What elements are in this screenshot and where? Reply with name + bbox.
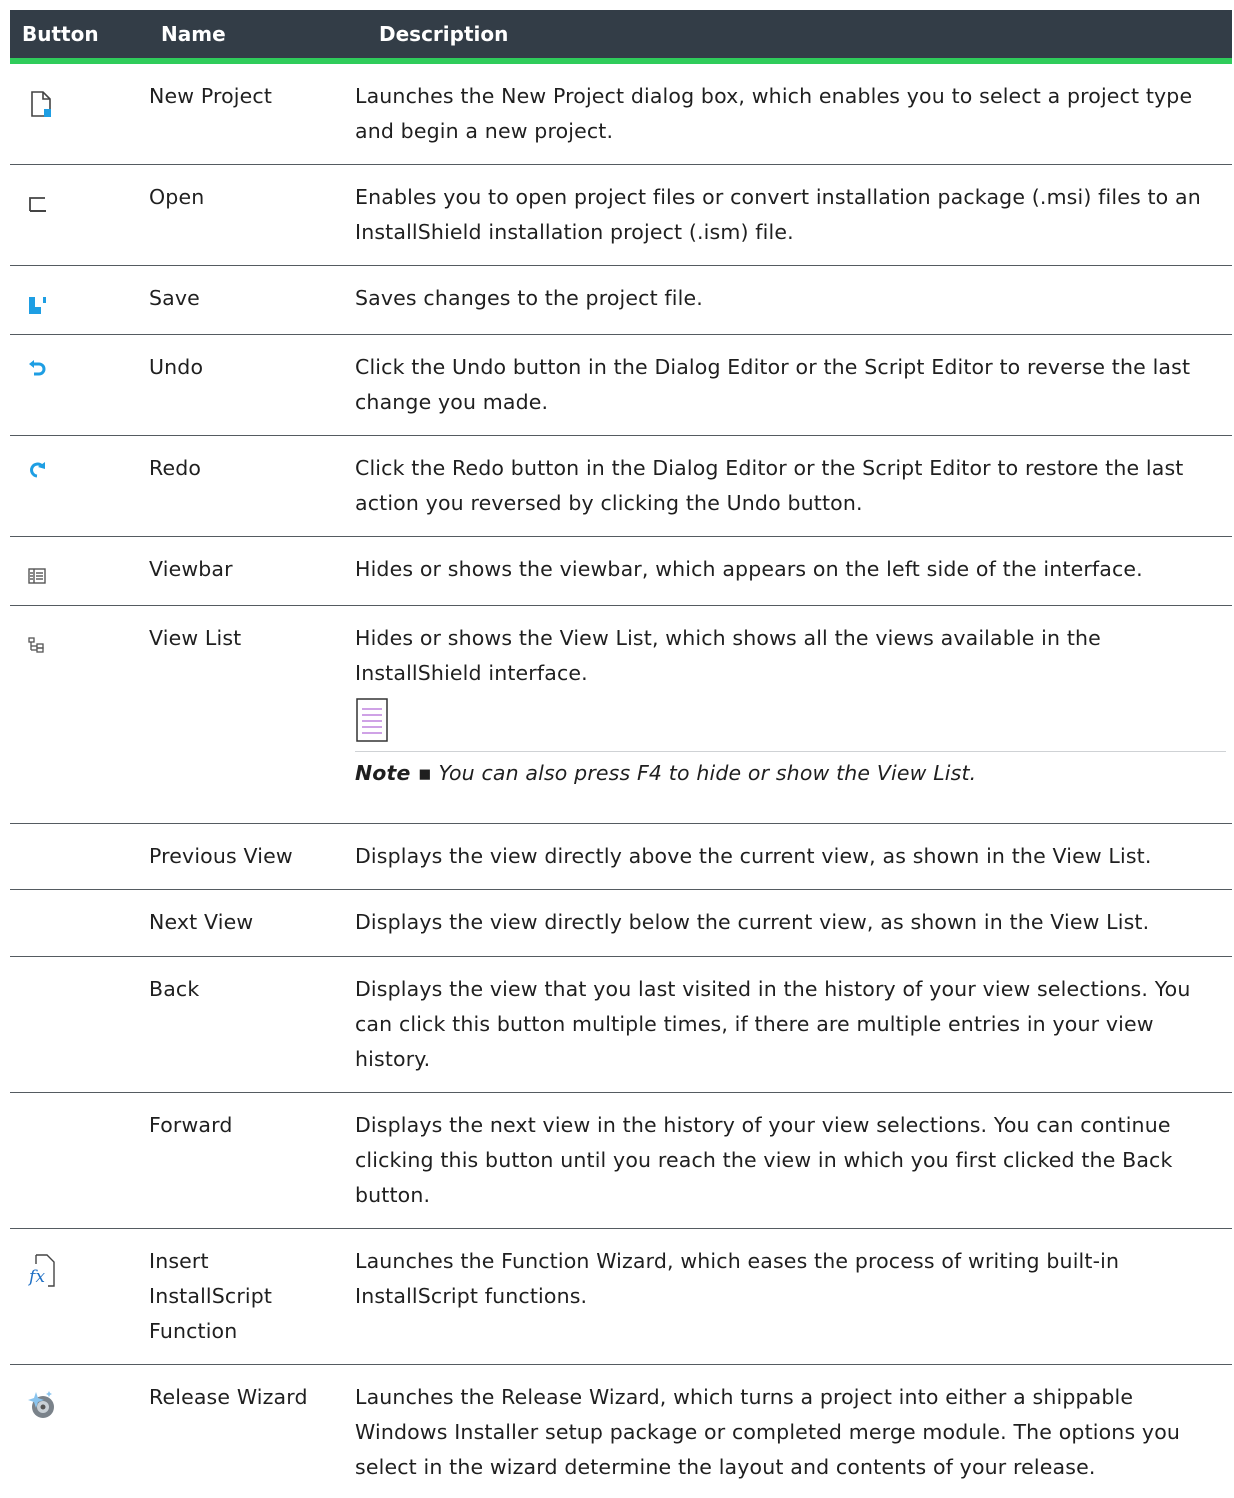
row-description: Launches the New Project dialog box, whi… <box>355 84 1193 143</box>
table-header: Button Name Description <box>10 10 1232 64</box>
header-description: Description <box>379 22 509 46</box>
row-description: Click the Undo button in the Dialog Edit… <box>355 355 1191 414</box>
table-row: View List Hides or shows the View List, … <box>10 606 1232 824</box>
table-row: New Project Launches the New Project dia… <box>10 64 1232 165</box>
table-row: Next View Displays the view directly bel… <box>10 890 1232 957</box>
row-description: Launches the Function Wizard, which ease… <box>355 1249 1120 1308</box>
row-name: Redo <box>149 456 202 480</box>
open-icon <box>29 196 46 212</box>
row-description: Launches the Release Wizard, which turns… <box>355 1385 1181 1479</box>
redo-icon <box>30 461 45 477</box>
table-row: Previous View Displays the view directly… <box>10 824 1232 890</box>
row-name: Previous View <box>149 844 293 868</box>
note-label: Note ▪ <box>355 761 432 785</box>
function-fx-icon: fx <box>28 1253 55 1287</box>
toolbar-buttons-table: Button Name Description New Project Laun… <box>10 10 1232 1483</box>
table-row: Open Enables you to open project files o… <box>10 165 1232 266</box>
table-row: Back Displays the view that you last vis… <box>10 957 1232 1093</box>
row-description: Click the Redo button in the Dialog Edit… <box>355 456 1184 515</box>
viewbar-icon <box>28 567 46 584</box>
save-icon <box>29 296 46 314</box>
table-row: fx Insert InstallScript Function Launche… <box>10 1229 1232 1365</box>
row-name: Release Wizard <box>149 1385 308 1409</box>
row-name: Save <box>149 286 200 310</box>
table-row: Undo Click the Undo button in the Dialog… <box>10 335 1232 436</box>
row-description: Hides or shows the viewbar, which appear… <box>355 557 1143 581</box>
header-name: Name <box>161 22 226 46</box>
note-text: You can also press F4 to hide or show th… <box>438 761 977 785</box>
row-name: Forward <box>149 1113 233 1137</box>
row-description: Displays the next view in the history of… <box>355 1113 1173 1207</box>
row-description: Displays the view that you last visited … <box>355 977 1191 1071</box>
row-name: Back <box>149 977 200 1001</box>
table-row: Redo Click the Redo button in the Dialog… <box>10 436 1232 537</box>
row-name: Next View <box>149 910 254 934</box>
undo-icon <box>29 359 46 375</box>
new-project-icon <box>31 90 51 117</box>
svg-text:fx: fx <box>28 1267 45 1287</box>
table-row: Release Wizard Launches the Release Wiza… <box>10 1365 1232 1483</box>
row-name: Insert InstallScript Function <box>149 1249 273 1343</box>
row-description: Enables you to open project files or con… <box>355 185 1201 244</box>
note: Note ▪ You can also press F4 to hide or … <box>355 756 1226 791</box>
note-icon <box>356 698 388 742</box>
row-name: View List <box>149 626 242 650</box>
table-row: Viewbar Hides or shows the viewbar, whic… <box>10 537 1232 606</box>
release-wizard-icon <box>28 1390 54 1418</box>
row-name: Viewbar <box>149 557 233 581</box>
row-name: Open <box>149 185 205 209</box>
row-description: Hides or shows the View List, which show… <box>355 626 1101 685</box>
view-list-icon <box>28 636 44 653</box>
row-description: Displays the view directly above the cur… <box>355 844 1152 868</box>
note-divider <box>355 751 1226 752</box>
table-row: Save Saves changes to the project file. <box>10 266 1232 335</box>
table-row: Forward Displays the next view in the hi… <box>10 1093 1232 1229</box>
header-button: Button <box>22 22 99 46</box>
row-name: Undo <box>149 355 204 379</box>
row-description: Saves changes to the project file. <box>355 286 703 310</box>
row-description: Displays the view directly below the cur… <box>355 910 1150 934</box>
row-name: New Project <box>149 84 273 108</box>
